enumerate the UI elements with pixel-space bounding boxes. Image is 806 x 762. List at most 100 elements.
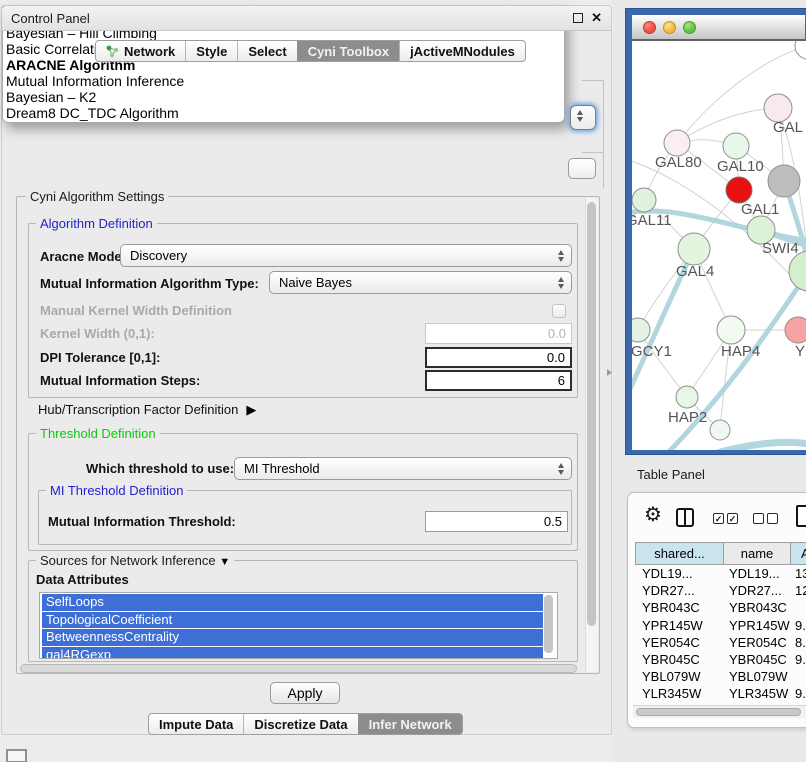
network-node-gal[interactable] — [764, 94, 792, 122]
manual-kernel-checkbox[interactable] — [552, 304, 566, 318]
settings-horizontal-scrollbar[interactable] — [20, 664, 577, 673]
algorithm-select-fragment[interactable] — [570, 105, 596, 130]
float-icon[interactable] — [573, 13, 583, 23]
mi-threshold-field[interactable] — [425, 511, 568, 532]
bottom-tabbar: Impute DataDiscretize Data Infer Network — [148, 713, 463, 735]
tab-select[interactable]: Select — [237, 41, 296, 61]
collapsed-arrow-icon: ▶ — [246, 402, 256, 417]
bottom-tab-infer-network[interactable]: Infer Network — [358, 714, 462, 734]
settings-scrollbar-thumb[interactable] — [587, 202, 596, 626]
node-label-gal4: GAL4 — [676, 263, 714, 280]
network-window-titlebar[interactable] — [632, 15, 805, 41]
network-node[interactable] — [710, 420, 730, 440]
table-row[interactable]: YDL19...YDL19...13 — [635, 565, 806, 582]
tab-cyni-toolbox[interactable]: Cyni Toolbox — [297, 41, 399, 61]
network-node[interactable] — [795, 41, 806, 59]
attribute-item-gal4rgexp[interactable]: gal4RGexp — [42, 647, 543, 660]
hub-definition-toggle[interactable]: Hub/Transcription Factor Definition▶ — [38, 402, 256, 418]
aracne-mode-select[interactable]: Discovery — [120, 244, 572, 267]
network-node[interactable] — [768, 165, 800, 197]
table-select-fragment[interactable] — [568, 158, 596, 179]
split-columns-icon[interactable] — [676, 508, 694, 527]
network-node-gal80[interactable] — [664, 130, 690, 156]
bottom-tab-discretize-data[interactable]: Discretize Data — [243, 714, 357, 734]
network-node-gal4[interactable] — [678, 233, 710, 265]
apply-button[interactable]: Apply — [270, 682, 340, 704]
network-node-hap2[interactable] — [676, 386, 698, 408]
node-label-gal: GAL — [773, 119, 803, 136]
algorithm-option-mutual-information-inference[interactable]: Mutual Information Inference — [3, 73, 564, 89]
attributes-list-scrollbar[interactable] — [544, 595, 553, 653]
attribute-item-topologicalcoefficient[interactable]: TopologicalCoefficient — [42, 612, 543, 629]
kernel-width-field[interactable] — [425, 323, 572, 344]
close-traffic-light-icon[interactable] — [643, 21, 656, 34]
tab-jactivemnodules[interactable]: jActiveMNodules — [399, 41, 525, 61]
tab-style[interactable]: Style — [185, 41, 237, 61]
node-label-hap4: HAP4 — [721, 343, 760, 360]
table-row[interactable]: YPR145WYPR145W9. — [635, 617, 806, 634]
attribute-item-betweennesscentrality[interactable]: BetweennessCentrality — [42, 629, 543, 646]
table-cell: 9. — [791, 651, 806, 668]
close-icon[interactable]: ✕ — [591, 10, 602, 26]
table-cell: YBR045C — [635, 651, 724, 668]
threshold-definition-title: Threshold Definition — [36, 426, 160, 441]
table-row[interactable]: YBR043CYBR043C — [635, 599, 806, 616]
stepper-icon — [558, 277, 564, 289]
node-label-hap2: HAP2 — [668, 409, 707, 426]
network-node[interactable] — [726, 177, 752, 203]
table-cell — [791, 599, 806, 616]
zoom-traffic-light-icon[interactable] — [683, 21, 696, 34]
deselect-all-icon[interactable] — [753, 513, 778, 524]
stepper-icon — [558, 250, 564, 262]
which-threshold-select[interactable]: MI Threshold — [234, 457, 572, 480]
table-horizontal-scrollbar[interactable] — [633, 705, 806, 718]
node-label-gal80: GAL80 — [655, 154, 702, 171]
mi-algorithm-type-select[interactable]: Naive Bayes — [269, 271, 572, 294]
network-node-swi4[interactable] — [789, 251, 806, 291]
network-canvas[interactable]: GALGAL80GAL10GAL11GAL1SWI4GAL4GCY1HAP4YH… — [632, 41, 806, 450]
algorithm-option-bayesian-k2[interactable]: Bayesian – K2 — [3, 89, 564, 105]
table-row[interactable]: YER054CYER054C8. — [635, 634, 806, 651]
tab-label: Cyni Toolbox — [308, 44, 389, 59]
collapsed-panel-icon[interactable] — [6, 749, 27, 762]
tab-network[interactable]: Network — [96, 41, 185, 61]
table-scrollbar-thumb[interactable] — [636, 708, 801, 716]
node-label-y: Y — [795, 343, 805, 360]
data-attributes-list[interactable]: SelfLoopsTopologicalCoefficientBetweenne… — [39, 592, 558, 659]
attribute-item-selfloops[interactable]: SelfLoops — [42, 594, 543, 611]
table-row[interactable]: YDR27...YDR27...12 — [635, 582, 806, 599]
network-node-gal11[interactable] — [632, 188, 656, 212]
tab-label: Infer Network — [369, 717, 452, 732]
table-row[interactable]: YLR345WYLR345W9. — [635, 685, 806, 702]
aracne-mode-value: Discovery — [121, 248, 558, 263]
page-icon[interactable] — [796, 505, 806, 527]
network-node-gal10[interactable] — [723, 133, 749, 159]
mi-threshold-group-title: MI Threshold Definition — [46, 483, 187, 498]
bottom-tab-impute-data[interactable]: Impute Data — [149, 714, 243, 734]
column-header-name[interactable]: name — [724, 542, 791, 565]
select-all-icon[interactable]: ✓✓ — [713, 513, 738, 524]
minimize-traffic-light-icon[interactable] — [663, 21, 676, 34]
network-node-gcy1[interactable] — [632, 318, 650, 342]
mi-steps-field[interactable] — [425, 370, 572, 391]
network-view-window: GALGAL80GAL10GAL11GAL1SWI4GAL4GCY1HAP4YH… — [625, 8, 806, 455]
column-header-shared[interactable]: shared... — [635, 542, 724, 565]
mi-threshold-label: Mutual Information Threshold: — [48, 514, 236, 529]
table-row[interactable]: YBR045CYBR045C9. — [635, 651, 806, 668]
which-threshold-value: MI Threshold — [235, 461, 558, 476]
sources-group-title[interactable]: Sources for Network Inference ▼ — [36, 553, 234, 568]
table-cell: YDL19... — [724, 565, 791, 582]
network-node-hap4[interactable] — [717, 316, 745, 344]
data-attributes-label: Data Attributes — [36, 572, 129, 587]
column-header-a[interactable]: A — [791, 542, 806, 565]
gear-icon[interactable]: ⚙ — [644, 502, 662, 527]
table-cell: 8. — [791, 634, 806, 651]
algorithm-option-dream8-dc-tdc-algorithm[interactable]: Dream8 DC_TDC Algorithm — [3, 105, 564, 121]
tab-label: jActiveMNodules — [410, 44, 515, 59]
table-cell: 9. — [791, 685, 806, 702]
dpi-tolerance-field[interactable] — [425, 347, 572, 368]
which-threshold-label: Which threshold to use: — [86, 461, 234, 476]
table-row[interactable]: YBL079WYBL079W — [635, 668, 806, 685]
table-cell: YPR145W — [635, 617, 724, 634]
network-node-y[interactable] — [785, 317, 806, 343]
